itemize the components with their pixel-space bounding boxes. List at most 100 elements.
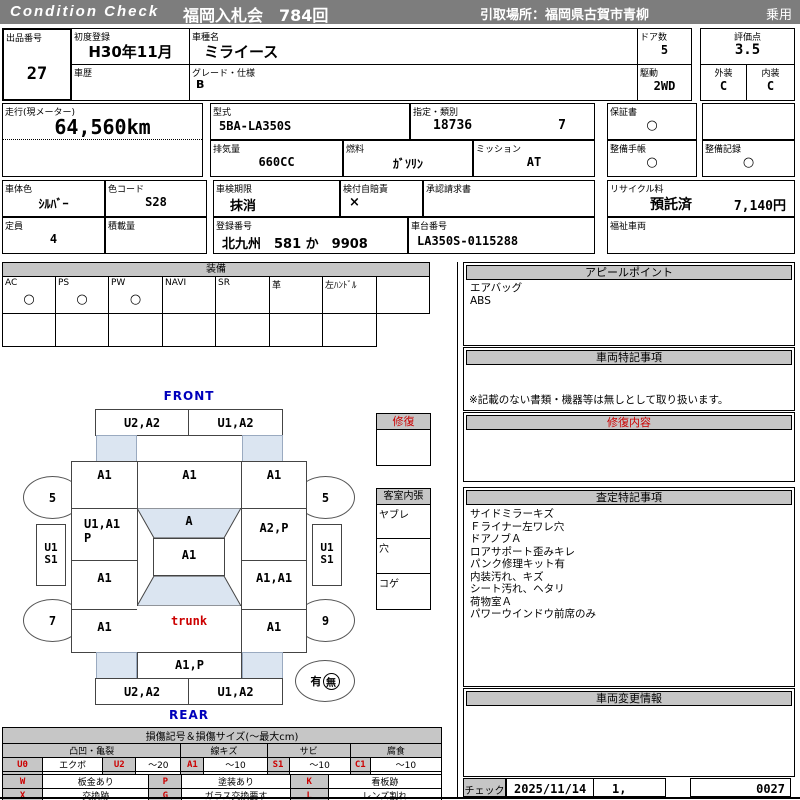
legend-code: P bbox=[148, 774, 183, 789]
rear-bumper-left-cell: U2,A2 bbox=[95, 678, 189, 705]
legend-code: A1 bbox=[180, 757, 205, 772]
score-cell: 評価点 3.5 bbox=[700, 28, 795, 65]
legend-size: 〜10 bbox=[288, 757, 351, 772]
doors-cell: ドア数 5 bbox=[637, 28, 692, 65]
damage-code: U2,A2 bbox=[123, 416, 161, 430]
insurance-cell: 検付自賠責 × bbox=[340, 180, 423, 217]
damage-code: A2,P bbox=[259, 521, 289, 535]
plate-number-cell: 登録番号 北九州 581 か 9908 bbox=[213, 217, 408, 254]
equipment-empty-cell bbox=[55, 313, 109, 347]
drive-cell: 駆動 2WD bbox=[637, 64, 692, 101]
damage-code: U1 bbox=[44, 541, 58, 554]
front-bumper-left-cell: U2,A2 bbox=[95, 409, 189, 436]
vehicle-notes-title: 車両特記事項 bbox=[596, 351, 662, 364]
odometer-value: 64,560km bbox=[54, 115, 151, 139]
repair-mini-header: 修復 bbox=[376, 413, 431, 430]
damage-code: S1 bbox=[44, 553, 58, 566]
legend-code: K bbox=[289, 774, 329, 789]
brand-logo: Condition Check bbox=[10, 3, 160, 20]
capacity-value: 4 bbox=[49, 232, 58, 246]
appeal-panel-body: エアバッグ ABS bbox=[466, 280, 792, 343]
damage-code: A1 bbox=[266, 468, 282, 482]
transmission-value: AT bbox=[526, 155, 542, 169]
lot-number-label: 出品番号 bbox=[6, 34, 43, 44]
model-name-cell: 車種名 ミライース bbox=[189, 28, 638, 65]
damage-code: P bbox=[84, 531, 92, 545]
displacement-cell: 排気量 660CC bbox=[210, 140, 343, 177]
legend-size: エクボ bbox=[42, 757, 104, 772]
equipment-empty-cell bbox=[215, 313, 270, 347]
vehicle-changes-panel: 車両変更情報 bbox=[463, 688, 795, 777]
warranty-mark: ○ bbox=[646, 118, 658, 133]
damage-code: A1 bbox=[266, 620, 282, 634]
capacity-cell: 定員 4 bbox=[2, 217, 105, 254]
damage-code: U1,A2 bbox=[217, 685, 254, 699]
a-pillar-right bbox=[242, 435, 283, 462]
doors-label: ドア数 bbox=[640, 33, 668, 43]
drive-value: 2WD bbox=[653, 79, 676, 93]
warranty-empty-cell bbox=[702, 103, 795, 140]
body-color-cell: 車体色 ｼﾙﾊﾞｰ bbox=[2, 180, 105, 217]
equipment-label: 左ﾊﾝﾄﾞﾙ bbox=[325, 281, 357, 291]
legend-group-rust: サビ bbox=[266, 743, 351, 758]
top-bar: Condition Check 福岡入札会 784回 引取場所：福岡県古賀市青柳… bbox=[0, 0, 800, 25]
repair-content-header: 修復内容 bbox=[466, 415, 792, 430]
warranty-cell: 保証書 ○ bbox=[607, 103, 697, 140]
tire-mark: 7 bbox=[48, 613, 57, 628]
welfare-vehicle-cell: 福祉車両 bbox=[607, 217, 795, 254]
legend-desc: 塗装あり bbox=[181, 774, 291, 789]
vehicle-notes-header: 車両特記事項 bbox=[466, 350, 792, 365]
inspection-value: 抹消 bbox=[230, 199, 257, 214]
model-code-cell: 型式 5BA-LA350S bbox=[210, 103, 410, 140]
fuel-cell: 燃料 ｶﾞｿﾘﾝ bbox=[343, 140, 473, 177]
model-code-label: 型式 bbox=[213, 108, 232, 118]
appeal-panel-header: アピールポイント bbox=[466, 265, 792, 280]
rear-door-left-cell: A1 bbox=[71, 560, 138, 610]
class-label: 指定・類別 bbox=[413, 108, 459, 118]
vin-cell: 車台番号 LA350S-0115288 bbox=[408, 217, 595, 254]
body-color-value: ｼﾙﾊﾞｰ bbox=[38, 197, 69, 211]
appeal-line: エアバッグ bbox=[470, 282, 523, 294]
legend-size: 〜10 bbox=[369, 757, 443, 772]
color-code-cell: 色コード S28 bbox=[105, 180, 207, 217]
front-fender-right-cell: A1 bbox=[241, 461, 307, 509]
rear-bumper-right-cell: U1,A2 bbox=[188, 678, 283, 705]
equipment-header: 装備 bbox=[2, 262, 430, 277]
equipment-empty-cell bbox=[322, 313, 377, 347]
damage-code: U1 bbox=[320, 541, 334, 554]
insurance-mark: × bbox=[349, 195, 360, 210]
damage-code: A1,P bbox=[175, 658, 204, 672]
legend-code: S1 bbox=[266, 757, 290, 772]
grade-value: B bbox=[196, 78, 205, 91]
equipment-empty-cell bbox=[162, 313, 216, 347]
inspection-label: 車検期限 bbox=[216, 185, 253, 195]
check-cell-divider bbox=[593, 779, 594, 796]
auction-title: 福岡入札会 784回 bbox=[183, 6, 329, 25]
roof-cell: A1 bbox=[153, 538, 225, 576]
class-cell: 指定・類別 18736 7 bbox=[410, 103, 595, 140]
displacement-label: 排気量 bbox=[213, 145, 241, 155]
maintenance-record-mark: ○ bbox=[742, 155, 755, 170]
equipment-mark: ○ bbox=[76, 292, 88, 307]
legend-code: W bbox=[1, 774, 44, 789]
repair-history-indicator: 有 無 bbox=[295, 660, 355, 702]
assessment-line: パワーウインドウ前席のみ bbox=[470, 608, 596, 620]
assessment-title: 査定特記事項 bbox=[596, 491, 662, 504]
equipment-cell-lhd: 左ﾊﾝﾄﾞﾙ bbox=[322, 276, 377, 314]
maintenance-book-label: 整備手帳 bbox=[610, 145, 647, 155]
legend-size: 〜10 bbox=[203, 757, 268, 772]
vin-label: 車台番号 bbox=[411, 222, 448, 232]
displacement-value: 660CC bbox=[258, 155, 295, 169]
assessment-line: ロアサポート歪みキレ bbox=[470, 545, 575, 558]
check-number-cell: 0027 bbox=[690, 778, 791, 797]
legend-code: C1 bbox=[349, 757, 371, 772]
vehicle-changes-body bbox=[466, 706, 792, 774]
check-date: 2025/11/14 bbox=[514, 782, 587, 796]
assessment-panel: 査定特記事項 サイドミラーキズ Ｆライナー左ワレ穴 ドアノブＡ ロアサポート歪み… bbox=[463, 487, 795, 687]
interior-lining-row-tear: ヤブレ bbox=[376, 504, 431, 539]
a-pillar-left bbox=[96, 435, 137, 462]
vehicle-notes-footnote: ※記載のない書類・機器等は無しとして取り扱います。 bbox=[469, 394, 729, 406]
fuel-value: ｶﾞｿﾘﾝ bbox=[392, 157, 423, 171]
windshield-code: A bbox=[185, 514, 193, 528]
damage-code: A1 bbox=[97, 620, 112, 634]
